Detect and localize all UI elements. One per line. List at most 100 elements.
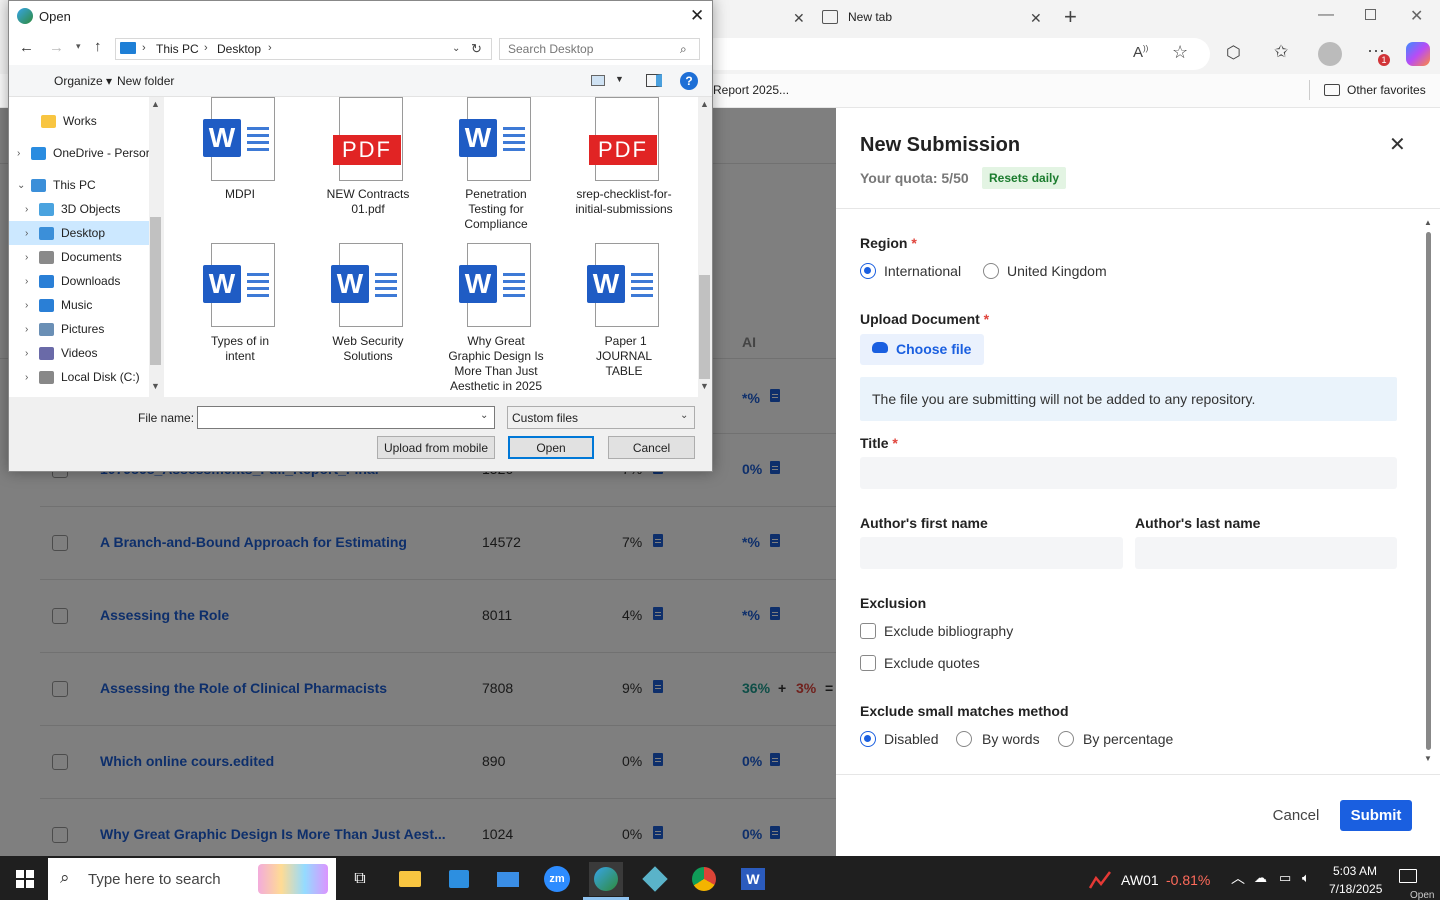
- word-taskbar-icon[interactable]: W: [736, 862, 770, 896]
- new-tab-plus-icon[interactable]: +: [1064, 4, 1077, 30]
- file-name-input[interactable]: ⌄: [197, 406, 495, 429]
- dialog-close-icon[interactable]: ✕: [690, 6, 704, 26]
- cancel-button[interactable]: Cancel: [1261, 800, 1331, 831]
- chrome-icon[interactable]: [687, 862, 721, 896]
- zoom-icon[interactable]: zm: [540, 862, 574, 896]
- organize-button[interactable]: Organize ▾: [54, 74, 112, 88]
- forward-icon[interactable]: →: [49, 39, 64, 56]
- refresh-icon[interactable]: ↻: [471, 41, 482, 57]
- nav-item-music[interactable]: › Music: [9, 293, 149, 317]
- radio-disabled[interactable]: [860, 731, 876, 747]
- window-close-icon[interactable]: ✕: [1410, 6, 1423, 26]
- option-by-percentage[interactable]: By percentage: [1083, 731, 1173, 747]
- onedrive-tray-icon[interactable]: ☁: [1254, 870, 1267, 886]
- first-name-input[interactable]: [860, 537, 1123, 569]
- file-name-label[interactable]: MDPI: [176, 187, 304, 202]
- files-scrollbar[interactable]: ▲ ▼: [698, 97, 711, 397]
- collapsed-chevron-icon[interactable]: ›: [25, 372, 28, 383]
- clock-date[interactable]: 7/18/2025: [1329, 882, 1382, 896]
- file-name-label[interactable]: Types of in intent: [195, 334, 285, 364]
- nav-item-videos[interactable]: › Videos: [9, 341, 149, 365]
- copilot-icon[interactable]: [1406, 42, 1430, 66]
- recent-dropdown-icon[interactable]: ▾: [76, 41, 81, 52]
- back-icon[interactable]: ←: [19, 39, 34, 56]
- up-icon[interactable]: ↑: [94, 38, 102, 55]
- submit-button[interactable]: Submit: [1340, 800, 1412, 831]
- file-name-label[interactable]: Why Great Graphic Design Is More Than Ju…: [446, 334, 546, 394]
- scrollbar-thumb[interactable]: [1426, 232, 1431, 750]
- option-united-kingdom[interactable]: United Kingdom: [1007, 263, 1107, 279]
- nav-item-downloads[interactable]: › Downloads: [9, 269, 149, 293]
- breadcrumb-desktop[interactable]: Desktop: [217, 42, 261, 56]
- exclude-bibliography-label[interactable]: Exclude bibliography: [884, 623, 1013, 639]
- file-name-dropdown-icon[interactable]: ⌄: [480, 410, 488, 421]
- file-type-select[interactable]: Custom files ⌄: [507, 406, 695, 429]
- preview-pane-icon[interactable]: [646, 74, 662, 87]
- nav-item-pictures[interactable]: › Pictures: [9, 317, 149, 341]
- mail-icon[interactable]: [491, 862, 525, 896]
- nav-item-documents[interactable]: › Documents: [9, 245, 149, 269]
- last-name-input[interactable]: [1135, 537, 1397, 569]
- word-file-icon[interactable]: W: [587, 243, 661, 327]
- app-diamond-icon[interactable]: [638, 862, 672, 896]
- nav-item-works[interactable]: Works: [9, 109, 149, 133]
- collapsed-chevron-icon[interactable]: ›: [17, 148, 20, 159]
- collapsed-chevron-icon[interactable]: ›: [25, 276, 28, 287]
- nav-scrollbar[interactable]: ▲ ▼: [149, 97, 162, 397]
- view-dropdown-icon[interactable]: ▼: [615, 74, 624, 84]
- panel-scrollbar[interactable]: ▲ ▼: [1423, 218, 1433, 766]
- profile-avatar[interactable]: [1318, 42, 1342, 66]
- tab-new-tab[interactable]: New tab ✕: [812, 0, 1052, 34]
- open-button[interactable]: Open: [508, 436, 594, 459]
- task-view-icon[interactable]: ⧉: [343, 862, 377, 896]
- nav-item-desktop[interactable]: › Desktop: [9, 221, 149, 245]
- action-center-icon[interactable]: [1399, 869, 1417, 883]
- network-tray-icon[interactable]: ▭: [1279, 870, 1291, 886]
- file-name-label[interactable]: Paper 1 JOURNAL TABLE: [579, 334, 669, 379]
- view-icon[interactable]: [591, 75, 605, 86]
- tab-close-icon[interactable]: ✕: [1030, 10, 1042, 27]
- expanded-chevron-icon[interactable]: ⌄: [17, 180, 25, 191]
- file-name-label[interactable]: Web Security Solutions: [323, 334, 413, 364]
- favorites-list-icon[interactable]: ✩: [1274, 42, 1288, 62]
- pdf-file-icon[interactable]: PDF: [587, 97, 661, 181]
- exclude-quotes-label[interactable]: Exclude quotes: [884, 655, 980, 671]
- stock-name[interactable]: AW01: [1121, 872, 1159, 888]
- favorites-item[interactable]: Report 2025...: [713, 83, 789, 97]
- close-icon[interactable]: ✕: [1389, 132, 1406, 157]
- nav-item-3d-objects[interactable]: › 3D Objects: [9, 197, 149, 221]
- show-hidden-icons[interactable]: ︿: [1231, 868, 1245, 888]
- radio-united-kingdom[interactable]: [983, 263, 999, 279]
- search-desktop-input[interactable]: Search Desktop ⌕: [499, 38, 700, 60]
- favorite-star-icon[interactable]: ☆: [1172, 42, 1188, 63]
- option-disabled[interactable]: Disabled: [884, 731, 938, 747]
- file-type-dropdown-icon[interactable]: ⌄: [680, 410, 688, 421]
- radio-international[interactable]: [860, 263, 876, 279]
- taskbar-search-box[interactable]: ⌕ Type here to search: [48, 858, 336, 900]
- upload-from-mobile-button[interactable]: Upload from mobile: [377, 436, 495, 459]
- nav-item-this-pc[interactable]: ⌄ This PC: [9, 173, 149, 197]
- stock-change[interactable]: -0.81%: [1166, 872, 1210, 888]
- breadcrumb-this-pc[interactable]: This PC: [156, 42, 199, 56]
- title-input[interactable]: [860, 457, 1397, 489]
- collapsed-chevron-icon[interactable]: ›: [25, 228, 28, 239]
- help-icon[interactable]: ?: [680, 72, 698, 90]
- radio-by-percentage[interactable]: [1058, 731, 1074, 747]
- pdf-file-icon[interactable]: PDF: [331, 97, 405, 181]
- start-button[interactable]: [8, 862, 42, 896]
- nav-scrollbar-thumb[interactable]: [150, 217, 161, 365]
- nav-item-local-disk[interactable]: › Local Disk (C:): [9, 365, 149, 389]
- extensions-icon[interactable]: ⬡: [1226, 43, 1241, 63]
- exclude-bibliography-checkbox[interactable]: [860, 623, 876, 639]
- breadcrumb-dropdown-icon[interactable]: ⌄: [452, 43, 460, 54]
- volume-tray-icon[interactable]: 🔈︎: [1302, 870, 1310, 886]
- choose-file-button[interactable]: Choose file: [860, 334, 984, 365]
- option-by-words[interactable]: By words: [982, 731, 1040, 747]
- new-folder-button[interactable]: New folder: [117, 74, 174, 88]
- file-name-label[interactable]: NEW Contracts 01.pdf: [323, 187, 413, 217]
- word-file-icon[interactable]: W: [203, 243, 277, 327]
- dialog-cancel-button[interactable]: Cancel: [608, 436, 695, 459]
- collapsed-chevron-icon[interactable]: ›: [25, 204, 28, 215]
- read-aloud-icon[interactable]: A)): [1133, 44, 1148, 61]
- word-file-icon[interactable]: W: [203, 97, 277, 181]
